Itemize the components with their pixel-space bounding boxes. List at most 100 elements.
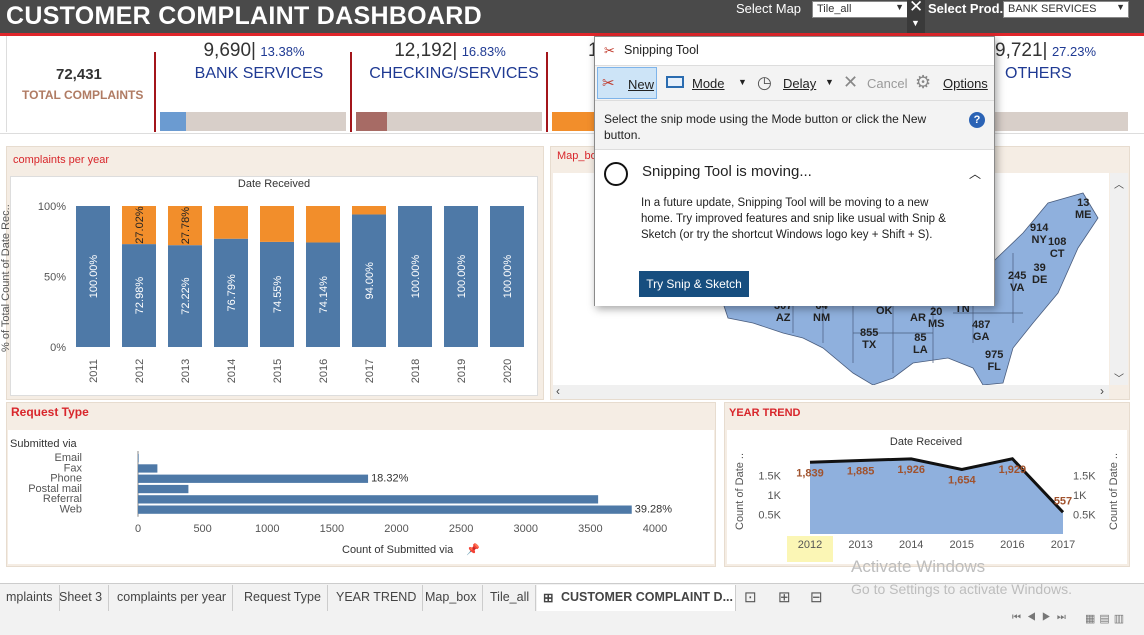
activate-windows-subtitle: Go to Settings to activate Windows. [851, 581, 1072, 597]
bar-data-label: 100.00% [410, 255, 422, 299]
x-tick-label: 2018 [410, 359, 422, 383]
tab-year-trend[interactable]: YEAR TREND [330, 585, 424, 611]
bar-data-label: 18.32% [371, 473, 409, 485]
tab-navigation[interactable]: ⏮◀▶⏭ [1012, 612, 1072, 623]
snip-title: Snipping Tool [624, 43, 699, 57]
x-tick-label: 2015 [272, 359, 284, 383]
scroll-down-icon[interactable]: ﹀ [1114, 370, 1124, 385]
delay-label: Delay [783, 76, 817, 91]
bar-data-label: 27.02% [134, 206, 146, 244]
kpi-bar-fill [160, 112, 186, 131]
scissors-icon: ✂ [604, 43, 615, 58]
bar-data-label: 100.00% [502, 255, 514, 299]
x-tick-label: 2015 [950, 539, 974, 551]
bar-data-label: 74.55% [272, 276, 284, 314]
x-tick-label: 2014 [899, 539, 923, 551]
x-axis-label: Count of Submitted via [342, 544, 454, 556]
map-state-label: 13 ME [1075, 197, 1092, 221]
total-complaints-value: 72,431 [56, 66, 102, 83]
kpi-percent: 16.83% [461, 44, 506, 59]
x-tick-label: 2012 [798, 539, 822, 551]
y-tick-label-right: 1.5K [1073, 471, 1096, 483]
cancel-button[interactable]: ✕ Cancel [843, 67, 909, 99]
x-tick-label: 2500 [449, 523, 473, 535]
cancel-x-icon: ✕ [843, 72, 859, 92]
chart-title: Date Received [889, 436, 963, 448]
new-snip-button[interactable]: ✂ New [597, 67, 657, 99]
moving-title: Snipping Tool is moving... [642, 163, 812, 180]
x-tick-label: 2016 [318, 359, 330, 383]
tab-sheet-3[interactable]: Sheet 3 [53, 585, 110, 611]
kpi-value: 9,721 [995, 40, 1043, 61]
tab-label: CUSTOMER COMPLAINT D... [561, 590, 733, 604]
map-state-label: 20 MS [928, 306, 945, 330]
point-data-label: 1,885 [847, 465, 875, 477]
view-toggle-icons[interactable]: ▦▤▥ [1085, 612, 1128, 625]
options-label: Options [943, 76, 988, 91]
bar-segment [352, 206, 386, 215]
select-map-value: Tile_all [817, 3, 852, 15]
y-tick-label: 50% [44, 272, 66, 284]
scroll-up-icon[interactable]: ︿ [1114, 176, 1124, 191]
scroll-left-icon[interactable]: ‹ [556, 384, 560, 398]
snipping-tool-window: ✂ Snipping Tool ✂ New Mode ▼ ◷ Delay ▼ ✕… [594, 36, 995, 306]
chevron-down-icon[interactable]: ▼ [911, 18, 920, 28]
point-data-label: 1,926 [897, 464, 925, 476]
kpi-bar-track [160, 112, 346, 131]
tab-complaints[interactable]: mplaints [0, 585, 60, 611]
x-tick-label: 1500 [320, 523, 344, 535]
chevron-down-icon: ▼ [738, 77, 747, 87]
kpi-name: BANK SERVICES [194, 65, 324, 82]
x-tick-label: 2012 [134, 359, 146, 383]
options-button[interactable]: ⚙ Options [915, 67, 991, 99]
point-data-label: 1,929 [999, 464, 1027, 476]
select-product-dropdown[interactable]: BANK SERVICES ▼ [1003, 1, 1129, 18]
total-complaints-label: TOTAL COMPLAINTS [22, 88, 144, 102]
delay-button[interactable]: ◷ Delay ▼ [755, 67, 837, 99]
y-tick-label: 1.5K [758, 471, 781, 483]
chevron-down-icon: ▼ [825, 77, 834, 87]
new-label: New [628, 77, 655, 92]
panel-title: complaints per year [13, 154, 109, 166]
new-story-icon[interactable]: ⊟ [810, 588, 823, 606]
tab-customer-complaint-dashboard[interactable]: ⊞ CUSTOMER COMPLAINT D... [537, 585, 736, 611]
map-state-label: AR [910, 312, 926, 324]
request-type-chart: EmailFaxPhone 18.32%Postal mailReferralWe… [28, 451, 673, 535]
y-tick-label: 100% [38, 201, 66, 213]
kpi-value: 9,690 [203, 40, 252, 61]
close-icon[interactable]: ✕ [909, 0, 923, 17]
bar-data-label: 94.00% [364, 262, 376, 300]
mode-button[interactable]: Mode ▼ [663, 67, 749, 99]
collapse-chevron-icon[interactable]: ︿ [969, 165, 981, 182]
x-tick-label: 3000 [514, 523, 538, 535]
bar-data-label: 100.00% [88, 255, 100, 299]
snip-sketch-icon [604, 162, 628, 186]
map-vertical-scrollbar[interactable] [1110, 173, 1128, 385]
x-tick-label: 1000 [255, 523, 279, 535]
map-horizontal-scrollbar[interactable] [553, 385, 1109, 399]
bar [138, 505, 632, 514]
bar-data-label: 76.79% [226, 274, 238, 312]
scroll-right-icon[interactable]: › [1100, 384, 1104, 398]
kpi-bar-fill [552, 112, 596, 131]
select-map-dropdown[interactable]: Tile_all ▼ [812, 1, 908, 18]
try-snip-sketch-button[interactable]: Try Snip & Sketch [639, 271, 749, 297]
divider [6, 36, 7, 132]
help-icon[interactable]: ? [969, 112, 985, 128]
map-state-label: OK [876, 305, 893, 317]
bar-data-label: 39.28% [635, 504, 673, 516]
x-tick-label: 4000 [643, 523, 667, 535]
y-tick-label-right: 1K [1073, 490, 1087, 502]
divider [154, 52, 156, 132]
tab-request-type[interactable]: Request Type [238, 585, 328, 611]
tab-map-box[interactable]: Map_box [419, 585, 484, 611]
x-tick-label: 3500 [578, 523, 602, 535]
new-worksheet-icon[interactable]: ⊡ [744, 588, 757, 606]
new-dashboard-icon[interactable]: ⊞ [778, 588, 791, 606]
pin-icon[interactable]: 📌 [466, 543, 480, 556]
tab-complaints-per-year[interactable]: complaints per year [111, 585, 234, 611]
y-tick-label-right: 0.5K [1073, 510, 1096, 522]
x-tick-label: 2017 [1051, 539, 1075, 551]
tab-tile-all[interactable]: Tile_all [484, 585, 537, 611]
map-state-label: 108 CT [1048, 236, 1067, 260]
